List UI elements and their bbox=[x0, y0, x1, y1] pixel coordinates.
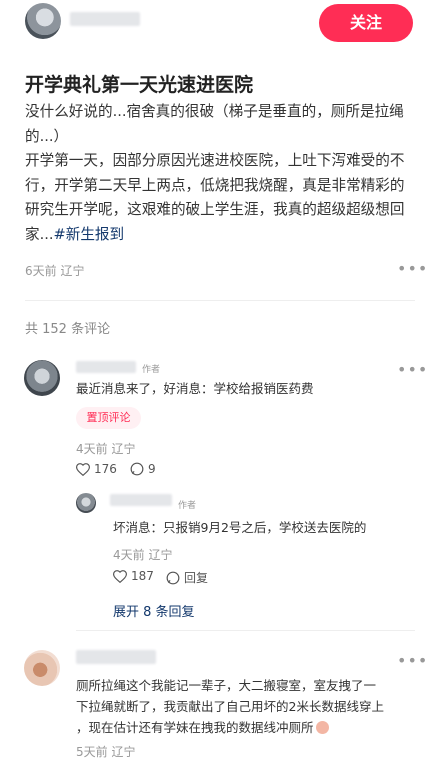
reply-like-count: 187 bbox=[131, 569, 154, 583]
comment-like-button[interactable]: 176 bbox=[76, 462, 117, 476]
reply-label: 回复 bbox=[184, 571, 209, 585]
commenter-name-blurred[interactable] bbox=[76, 650, 156, 664]
comment-text-line: 下拉绳就断了，我贡献出了自己用坏的2米长数据线穿上 bbox=[76, 699, 384, 714]
post-meta: 6天前 辽宁 bbox=[25, 264, 85, 278]
emoji-icon bbox=[315, 721, 329, 734]
comment-more-icon[interactable]: ••• bbox=[397, 653, 428, 669]
hashtag-link[interactable]: #新生报到 bbox=[54, 226, 125, 243]
heart-icon bbox=[113, 569, 127, 583]
post-title: 开学典礼第一天光速进医院 bbox=[25, 74, 254, 96]
comment-more-icon[interactable]: ••• bbox=[397, 362, 428, 378]
divider bbox=[25, 300, 415, 301]
comment-text-line: ，现在估计还有学妹在拽我的数据线冲厕所 bbox=[76, 717, 329, 738]
author-avatar[interactable] bbox=[25, 3, 61, 39]
follow-button[interactable]: 关注 bbox=[319, 4, 413, 42]
divider bbox=[76, 630, 415, 631]
comment-meta: 4天前 辽宁 bbox=[76, 442, 136, 456]
comment-count: 共 152 条评论 bbox=[25, 322, 111, 337]
post-body-paragraph-2: 开学第一天，因部分原因光速进校医院，上吐下泻难受的不行，开学第二天早上两点，低烧… bbox=[25, 149, 415, 247]
author-name-blurred[interactable] bbox=[70, 12, 140, 26]
comment-bubble-icon bbox=[166, 571, 180, 584]
comment-meta: 5天前 辽宁 bbox=[76, 745, 136, 759]
reply-meta: 4天前 辽宁 bbox=[113, 548, 173, 562]
commenter-name-blurred[interactable] bbox=[76, 361, 136, 373]
comment-bubble-icon bbox=[130, 462, 144, 476]
comment-text-line: 厕所拉绳这个我能记一辈子，大二搬寝室，室友拽了一 bbox=[76, 678, 377, 693]
commenter-avatar[interactable] bbox=[24, 650, 60, 686]
expand-replies-link[interactable]: 展开 8 条回复 bbox=[113, 601, 195, 620]
author-badge: 作者 bbox=[142, 365, 161, 375]
post-header: 关注 bbox=[0, 0, 429, 52]
reply-like-button[interactable]: 187 bbox=[113, 569, 154, 583]
reply-name-blurred[interactable] bbox=[110, 494, 172, 506]
commenter-avatar[interactable] bbox=[24, 360, 60, 396]
post-more-icon[interactable]: ••• bbox=[397, 261, 428, 277]
post-body: 没什么好说的...宿舍真的很破（梯子是垂直的，厕所是拉绳的...） 开学第一天，… bbox=[25, 100, 415, 247]
post-body-paragraph-1: 没什么好说的...宿舍真的很破（梯子是垂直的，厕所是拉绳的...） bbox=[25, 103, 404, 145]
comment-text: 最近消息来了，好消息：学校给报销医药费 bbox=[76, 381, 314, 396]
pinned-comment-badge: 置顶评论 bbox=[76, 407, 141, 429]
reply-count: 9 bbox=[148, 462, 156, 476]
reply-reply-button[interactable]: 回复 bbox=[166, 569, 208, 586]
reply-text: 坏消息：只报销9月2号之后，学校送去医院的 bbox=[113, 520, 367, 535]
comment-text-line-content: ，现在估计还有学妹在拽我的数据线冲厕所 bbox=[76, 720, 314, 735]
reply-avatar[interactable] bbox=[76, 493, 96, 513]
comment-reply-button[interactable]: 9 bbox=[130, 462, 156, 476]
heart-icon bbox=[76, 462, 90, 476]
reply-author-badge: 作者 bbox=[178, 501, 197, 511]
like-count: 176 bbox=[94, 462, 117, 476]
